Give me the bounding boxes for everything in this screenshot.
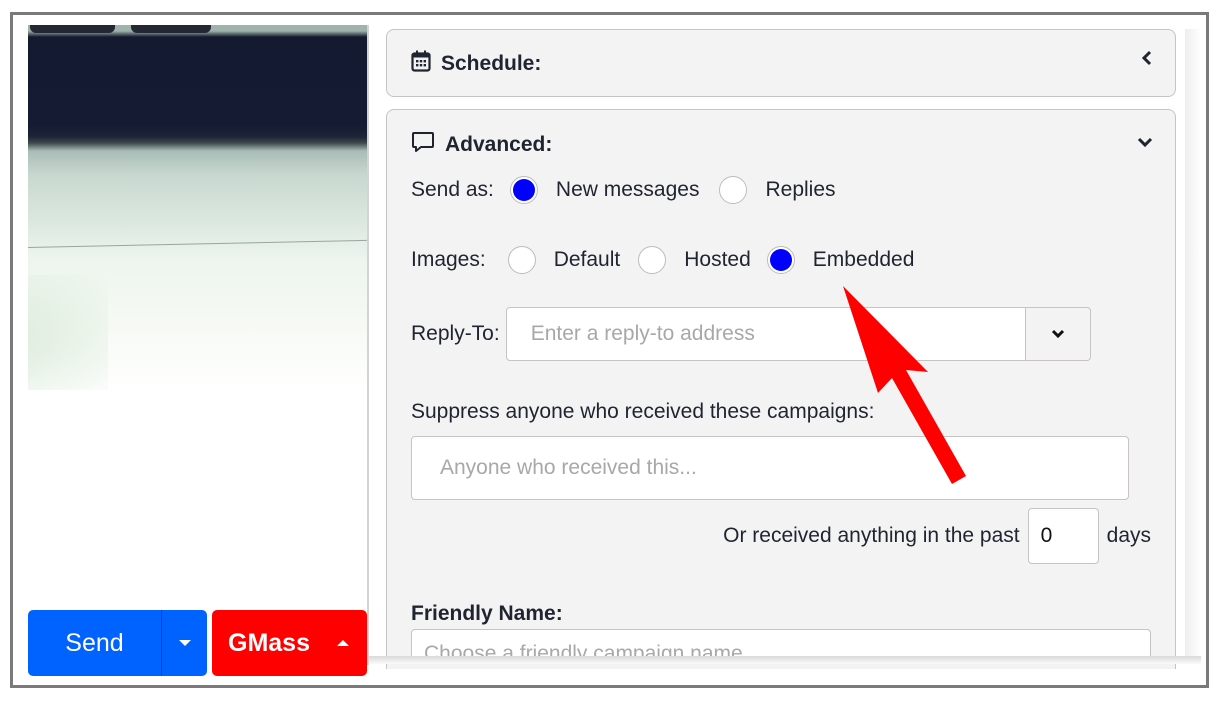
chevron-down-icon[interactable] xyxy=(1137,132,1153,153)
send-as-replies-radio[interactable] xyxy=(719,176,748,204)
reply-to-dropdown-button[interactable] xyxy=(1025,307,1091,361)
schedule-header[interactable]: Schedule: xyxy=(411,50,541,78)
reply-to-row: Reply-To: Enter a reply-to address xyxy=(411,307,1091,361)
schedule-title: Schedule: xyxy=(441,52,542,75)
past-days-input[interactable]: 0 xyxy=(1027,508,1099,564)
send-as-option-label: New messages xyxy=(555,178,700,201)
images-hosted-radio[interactable] xyxy=(638,246,667,274)
suppress-campaigns-input[interactable]: Anyone who received this... xyxy=(411,436,1129,500)
caret-down-icon xyxy=(178,640,191,646)
send-as-label: Send as: xyxy=(411,178,494,201)
past-days-suffix: days xyxy=(1106,524,1151,547)
photo-detail xyxy=(28,275,108,390)
advanced-title: Advanced: xyxy=(445,133,553,156)
compose-divider xyxy=(367,25,369,665)
images-option-label: Embedded xyxy=(812,248,915,271)
send-button-group: Send xyxy=(28,610,207,676)
send-as-option-label: Replies xyxy=(765,178,836,201)
images-label: Images: xyxy=(411,248,486,271)
caret-up-icon xyxy=(337,640,349,646)
send-as-new-messages-radio[interactable] xyxy=(509,176,538,204)
reply-to-label: Reply-To: xyxy=(411,322,500,345)
images-option-label: Default xyxy=(553,248,621,271)
inline-image xyxy=(28,25,367,390)
speech-bubble-icon xyxy=(411,130,435,160)
images-row: Images: Default Hosted Embedded xyxy=(411,246,934,274)
suppress-label: Suppress anyone who received these campa… xyxy=(411,400,875,423)
panel-bottom-shade xyxy=(369,656,1201,664)
images-option-label: Hosted xyxy=(684,248,751,271)
photo-detail xyxy=(131,25,211,33)
photo-detail xyxy=(28,239,367,248)
chevron-left-icon[interactable] xyxy=(1141,50,1153,71)
gmass-button[interactable]: GMass xyxy=(212,610,367,676)
images-default-radio[interactable] xyxy=(507,246,536,274)
friendly-name-label: Friendly Name: xyxy=(411,602,563,625)
advanced-section: Advanced: Send as: New messages Replies … xyxy=(386,109,1176,669)
panel-shadow xyxy=(1185,29,1201,659)
calendar-icon xyxy=(411,50,431,78)
gmass-caret[interactable] xyxy=(337,640,349,646)
schedule-section[interactable]: Schedule: xyxy=(386,29,1176,97)
chevron-down-icon xyxy=(1051,329,1064,339)
reply-to-input[interactable]: Enter a reply-to address xyxy=(505,307,1026,361)
send-as-row: Send as: New messages Replies xyxy=(411,176,856,204)
send-button[interactable]: Send xyxy=(28,629,161,658)
screenshot-frame: Send GMass Schedule: Advanced: Send as: … xyxy=(10,12,1209,688)
images-embedded-radio[interactable] xyxy=(766,246,795,274)
advanced-header[interactable]: Advanced: xyxy=(411,130,552,160)
past-days-row: Or received anything in the past 0 days xyxy=(723,508,1151,564)
past-days-prefix: Or received anything in the past xyxy=(723,524,1020,547)
friendly-name-input[interactable]: Choose a friendly campaign name xyxy=(411,629,1151,657)
photo-detail xyxy=(30,25,115,33)
gmass-button-label: GMass xyxy=(228,628,310,657)
send-options-button[interactable] xyxy=(162,640,207,646)
